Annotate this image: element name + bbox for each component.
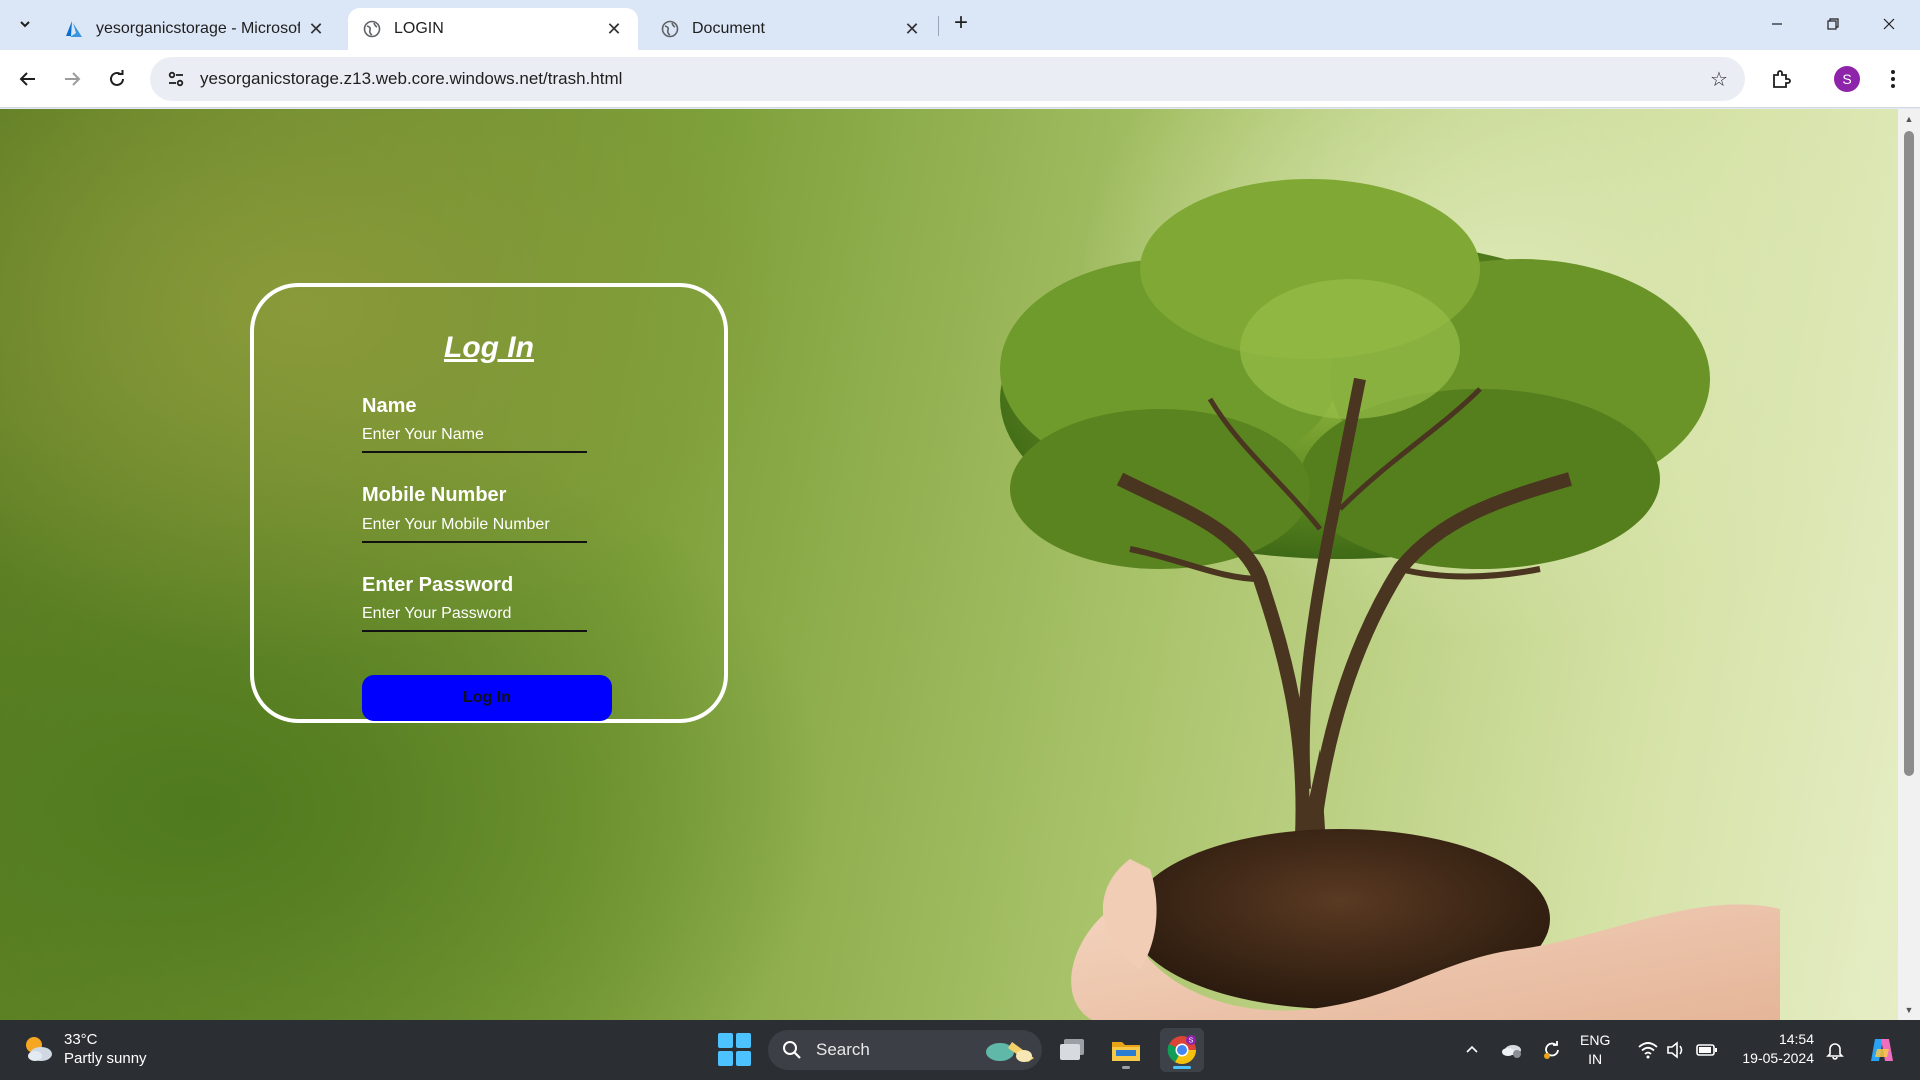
tab-azure[interactable]: yesorganicstorage - Microsoft A ✕ <box>50 8 340 50</box>
tab-title: LOGIN <box>394 20 444 37</box>
search-placeholder: Search <box>816 1040 870 1059</box>
minimize-icon <box>1772 23 1782 25</box>
clock-date: 19-05-2024 <box>1742 1050 1814 1066</box>
onedrive-icon[interactable] <box>1500 1038 1524 1062</box>
address-bar[interactable]: yesorganicstorage.z13.web.core.windows.n… <box>150 57 1745 101</box>
password-input[interactable] <box>362 598 587 632</box>
weather-temperature: 33°C <box>64 1031 98 1048</box>
login-form: Log In Name Mobile Number Enter Password… <box>250 283 728 723</box>
task-view-button[interactable] <box>1050 1028 1094 1072</box>
clock-time: 14:54 <box>1778 1031 1814 1047</box>
tab-separator <box>938 16 939 36</box>
taskbar-search[interactable]: Search <box>768 1030 1042 1070</box>
region-code: IN <box>1588 1051 1603 1067</box>
file-explorer-button[interactable] <box>1104 1028 1148 1072</box>
back-button[interactable] <box>10 61 46 97</box>
tab-title: Document <box>692 20 765 37</box>
tab-document[interactable]: Document ✕ <box>646 8 936 50</box>
close-icon[interactable]: ✕ <box>604 19 624 39</box>
name-label: Name <box>362 395 417 417</box>
sync-icon[interactable] <box>1540 1038 1564 1062</box>
close-icon[interactable]: ✕ <box>902 19 922 39</box>
start-button[interactable] <box>718 1033 752 1067</box>
mobile-number-input[interactable] <box>362 509 587 543</box>
close-window-button[interactable] <box>1866 8 1912 40</box>
tab-title: yesorganicstorage - Microsoft A <box>96 20 300 37</box>
search-icon <box>783 1041 801 1059</box>
tab-login[interactable]: LOGIN ✕ <box>348 8 638 50</box>
taskbar: 33°C Partly sunny Search S ENG IN 14:54 … <box>0 1020 1920 1080</box>
scroll-down-arrow-icon[interactable]: ▼ <box>1903 1004 1915 1016</box>
language-indicator[interactable]: ENG IN <box>1580 1031 1610 1069</box>
forward-button[interactable] <box>54 61 90 97</box>
page-scrollbar[interactable]: ▲ ▼ <box>1898 109 1920 1020</box>
wifi-icon[interactable] <box>1636 1038 1660 1062</box>
arrow-left-icon <box>19 72 35 86</box>
page-viewport: Log In Name Mobile Number Enter Password… <box>0 109 1898 1020</box>
scroll-up-arrow-icon[interactable]: ▲ <box>1903 113 1915 125</box>
name-input[interactable] <box>362 419 587 453</box>
weather-description: Partly sunny <box>64 1050 147 1067</box>
clock[interactable]: 14:54 19-05-2024 <box>1734 1030 1814 1068</box>
site-settings-icon[interactable] <box>154 57 198 101</box>
language-code: ENG <box>1580 1032 1611 1048</box>
chevron-up-icon <box>1466 1045 1478 1053</box>
azure-icon <box>64 19 84 39</box>
windows-logo-tile <box>718 1051 733 1066</box>
browser-toolbar: yesorganicstorage.z13.web.core.windows.n… <box>0 50 1920 108</box>
windows-logo-tile <box>736 1051 751 1066</box>
menu-button[interactable] <box>1876 61 1910 97</box>
profile-button[interactable]: S <box>1829 61 1865 97</box>
minimize-button[interactable] <box>1754 8 1800 40</box>
notifications-icon[interactable] <box>1823 1038 1847 1062</box>
puzzle-icon <box>1773 70 1791 88</box>
arrow-right-icon <box>65 72 81 86</box>
bookmark-star-icon[interactable]: ☆ <box>1707 67 1731 91</box>
scroll-thumb[interactable] <box>1904 131 1914 776</box>
login-button[interactable]: Log In <box>362 675 612 721</box>
search-highlight-icon <box>986 1042 1034 1062</box>
login-title: Log In <box>444 331 534 364</box>
windows-logo-tile <box>718 1033 733 1048</box>
restore-button[interactable] <box>1810 8 1856 40</box>
new-tab-button[interactable]: + <box>948 11 974 37</box>
tree-in-hands-illustration <box>1000 179 1780 1020</box>
partly-sunny-icon <box>20 1031 56 1067</box>
close-icon[interactable]: ✕ <box>306 19 326 39</box>
more-vertical-icon <box>1891 70 1895 88</box>
running-indicator <box>1173 1066 1191 1069</box>
tab-search-button[interactable] <box>10 9 40 39</box>
chevron-down-icon <box>20 21 30 28</box>
tab-strip: yesorganicstorage - Microsoft A ✕ LOGIN … <box>0 0 1920 50</box>
battery-icon[interactable] <box>1695 1038 1719 1062</box>
close-icon <box>1883 18 1895 30</box>
restore-icon <box>1827 18 1839 30</box>
weather-widget[interactable]: 33°C Partly sunny <box>20 1030 147 1068</box>
url-text: yesorganicstorage.z13.web.core.windows.n… <box>200 69 623 88</box>
windows-logo-tile <box>736 1033 751 1048</box>
password-label: Enter Password <box>362 574 514 596</box>
svg-text:S: S <box>1189 1038 1194 1045</box>
extensions-button[interactable] <box>1763 61 1799 97</box>
folder-icon <box>1112 1042 1140 1061</box>
volume-icon[interactable] <box>1664 1038 1688 1062</box>
globe-icon <box>660 19 680 39</box>
avatar: S <box>1834 66 1860 92</box>
show-hidden-icons-button[interactable] <box>1460 1038 1484 1062</box>
chrome-button[interactable]: S <box>1160 1028 1204 1072</box>
task-view-icon <box>1060 1039 1084 1060</box>
globe-icon <box>362 19 382 39</box>
mobile-number-label: Mobile Number <box>362 484 507 506</box>
copilot-icon[interactable] <box>1866 1034 1898 1066</box>
reload-icon <box>110 70 124 86</box>
chrome-icon: S <box>1167 1035 1196 1064</box>
reload-button[interactable] <box>99 61 135 97</box>
running-indicator <box>1122 1066 1130 1069</box>
